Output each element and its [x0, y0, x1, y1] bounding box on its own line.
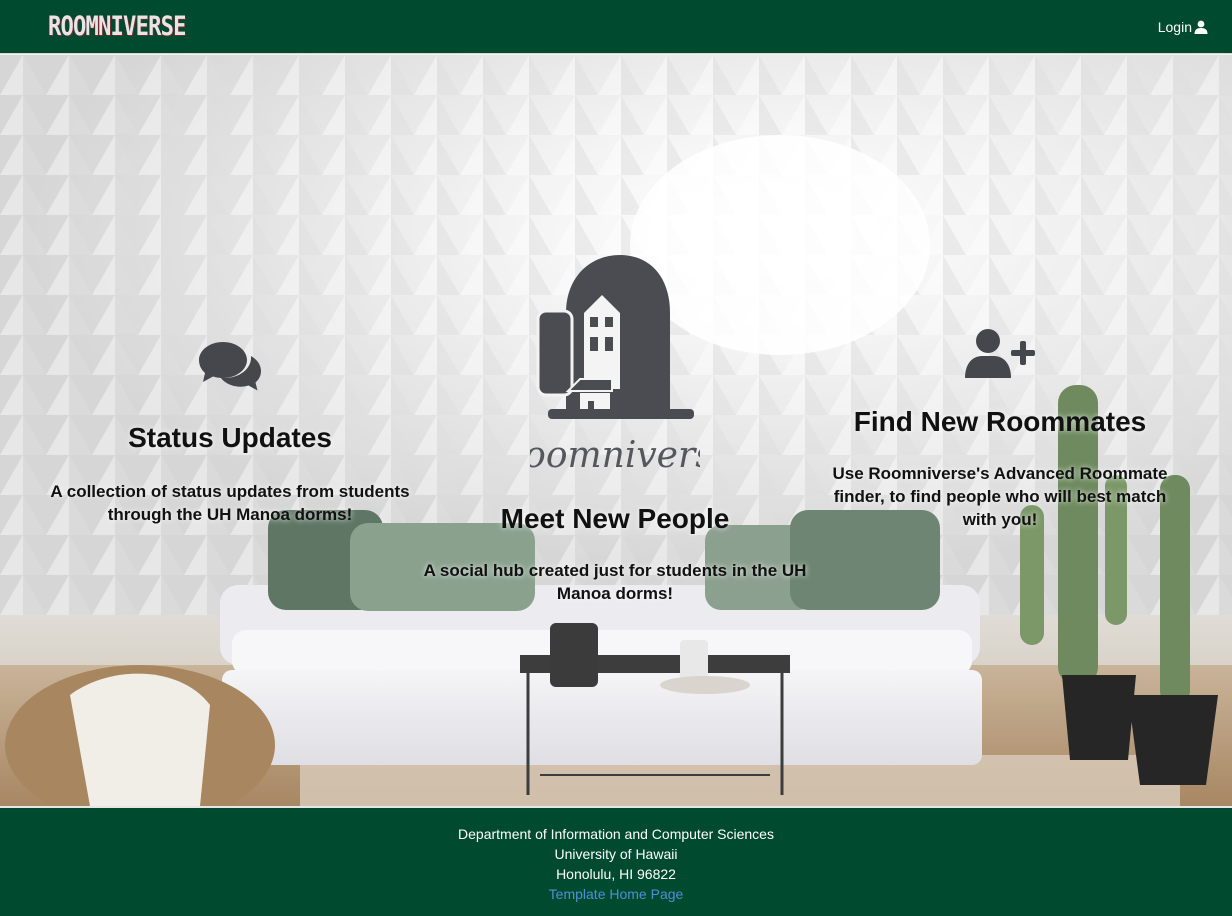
logo-wordmark: Roomniverse — [530, 435, 700, 476]
footer: Department of Information and Computer S… — [0, 806, 1232, 916]
footer-university: University of Hawaii — [554, 846, 678, 862]
user-plus-icon — [965, 329, 1035, 378]
meet-people-feature: Roomniverse Meet New People A social hub… — [420, 253, 810, 605]
footer-department: Department of Information and Computer S… — [458, 826, 774, 842]
find-roommates-title: Find New Roommates — [853, 406, 1147, 437]
user-icon — [1194, 20, 1208, 34]
find-roommates-description: Use Roomniverse's Advanced Roommate find… — [832, 464, 1168, 529]
top-navbar: ROOMNIVERSE Login — [0, 0, 1232, 54]
status-updates-feature: Status Updates A collection of status up… — [40, 340, 420, 526]
meet-people-description: A social hub created just for students i… — [423, 561, 807, 603]
find-roommates-feature: Find New Roommates Use Roomniverse's Adv… — [820, 328, 1180, 531]
status-updates-description: A collection of status updates from stud… — [50, 482, 410, 524]
comments-icon — [199, 342, 261, 391]
template-home-link[interactable]: Template Home Page — [549, 884, 684, 904]
footer-address: Honolulu, HI 96822 — [556, 866, 676, 882]
brand-logo[interactable]: ROOMNIVERSE — [48, 10, 186, 44]
login-link[interactable]: Login — [1158, 17, 1208, 37]
roomniverse-logo-icon: Roomniverse — [496, 255, 735, 476]
status-updates-title: Status Updates — [128, 422, 332, 453]
login-label: Login — [1157, 19, 1192, 35]
meet-people-title: Meet New People — [500, 503, 730, 534]
